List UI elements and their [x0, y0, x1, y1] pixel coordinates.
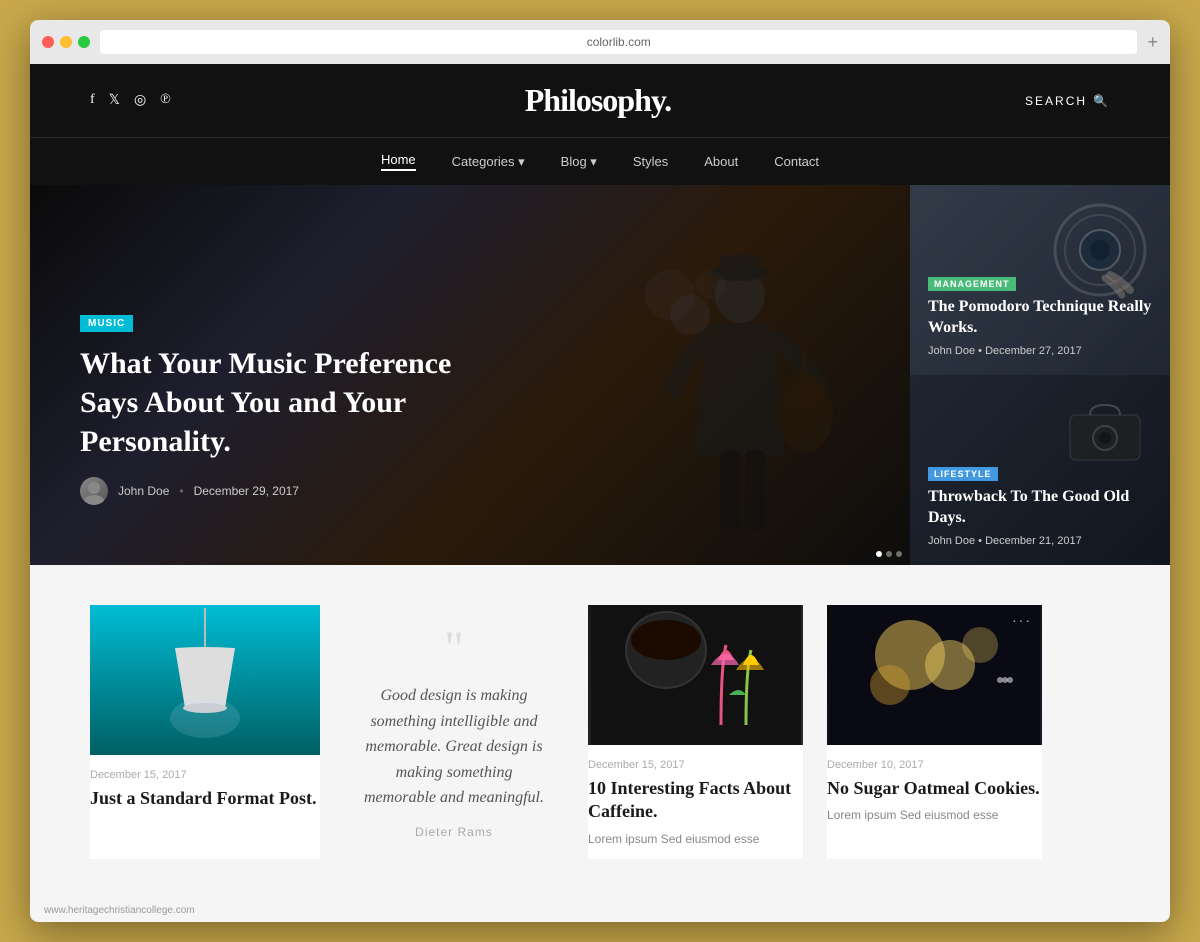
- hero-title: What Your Music Preference Says About Yo…: [80, 344, 460, 461]
- nav-styles[interactable]: Styles: [633, 152, 668, 171]
- light-section: December 15, 2017 Just a Standard Format…: [30, 565, 1170, 899]
- post-body-lamp: December 15, 2017 Just a Standard Format…: [90, 755, 320, 810]
- coffee-image: [588, 605, 803, 745]
- hero-main[interactable]: MUSIC What Your Music Preference Says Ab…: [30, 185, 910, 565]
- hero-section: MUSIC What Your Music Preference Says Ab…: [30, 185, 1170, 565]
- browser-chrome: colorlib.com +: [30, 20, 1170, 64]
- post-body-cookies: December 10, 2017 No Sugar Oatmeal Cooki…: [827, 745, 1042, 824]
- quote-author: Dieter Rams: [415, 825, 493, 839]
- card-content-2: LIFESTYLE Throwback To The Good Old Days…: [928, 464, 1152, 547]
- card-meta-1: John Doe • December 27, 2017: [928, 345, 1152, 357]
- three-dots: ···: [1012, 615, 1032, 631]
- search-icon[interactable]: 🔍: [1093, 94, 1110, 108]
- lamp-svg: [145, 608, 265, 753]
- author-name: John Doe: [118, 484, 169, 498]
- hero-card-management[interactable]: MANAGEMENT The Pomodoro Technique Really…: [910, 185, 1170, 375]
- author-avatar: [80, 477, 108, 505]
- quote-card: " Good design is making something intell…: [344, 605, 564, 859]
- cookies-svg: [830, 605, 1040, 745]
- coffee-svg: [591, 605, 801, 745]
- card-tag-management: MANAGEMENT: [928, 277, 1016, 291]
- twitter-icon[interactable]: 𝕏: [109, 92, 120, 109]
- slider-dots: [876, 551, 902, 557]
- post-date-coffee: December 15, 2017: [588, 759, 803, 771]
- post-card-coffee[interactable]: December 15, 2017 10 Interesting Facts A…: [588, 605, 803, 859]
- slider-dot-1[interactable]: [876, 551, 882, 557]
- url-text: colorlib.com: [587, 35, 651, 49]
- hero-tag: MUSIC: [80, 315, 133, 332]
- footer-url-text: www.heritagechristiancollege.com: [44, 905, 195, 916]
- nav-about[interactable]: About: [704, 152, 738, 171]
- site-header: f 𝕏 ◎ ℗ Philosophy. SEARCH 🔍: [30, 64, 1170, 137]
- post-date-lamp: December 15, 2017: [90, 769, 320, 781]
- close-button[interactable]: [42, 36, 54, 48]
- traffic-lights: [42, 36, 90, 48]
- slider-dot-3[interactable]: [896, 551, 902, 557]
- facebook-icon[interactable]: f: [90, 92, 95, 109]
- address-bar[interactable]: colorlib.com: [100, 30, 1137, 54]
- nav-blog[interactable]: Blog ▾: [561, 152, 597, 171]
- footer-url: www.heritagechristiancollege.com: [30, 899, 1170, 922]
- new-tab-button[interactable]: +: [1147, 32, 1158, 53]
- slider-dot-2[interactable]: [886, 551, 892, 557]
- post-body-coffee: December 15, 2017 10 Interesting Facts A…: [588, 745, 803, 848]
- quote-text: Good design is making something intellig…: [364, 683, 544, 811]
- nav-contact[interactable]: Contact: [774, 152, 819, 171]
- instagram-icon[interactable]: ◎: [134, 92, 146, 109]
- card-title-2: Throwback To The Good Old Days.: [928, 487, 1152, 529]
- quote-mark: ": [444, 625, 464, 673]
- post-excerpt-cookies: Lorem ipsum Sed eiusmod esse: [827, 806, 1042, 824]
- hero-date: December 29, 2017: [194, 484, 299, 498]
- hero-content: MUSIC What Your Music Preference Says Ab…: [80, 313, 910, 505]
- maximize-button[interactable]: [78, 36, 90, 48]
- site-nav: Home Categories ▾ Blog ▾ Styles About Co…: [30, 137, 1170, 185]
- card-content-1: MANAGEMENT The Pomodoro Technique Really…: [928, 274, 1152, 357]
- minimize-button[interactable]: [60, 36, 72, 48]
- hero-sidebar: MANAGEMENT The Pomodoro Technique Really…: [910, 185, 1170, 565]
- social-icons: f 𝕏 ◎ ℗: [90, 92, 171, 109]
- post-card-lamp[interactable]: December 15, 2017 Just a Standard Format…: [90, 605, 320, 859]
- site-logo: Philosophy.: [525, 82, 671, 119]
- post-title-lamp: Just a Standard Format Post.: [90, 787, 320, 810]
- site-wrapper: f 𝕏 ◎ ℗ Philosophy. SEARCH 🔍 Home Catego…: [30, 64, 1170, 922]
- search-label: SEARCH: [1025, 94, 1087, 108]
- nav-categories[interactable]: Categories ▾: [452, 152, 525, 171]
- card-title-1: The Pomodoro Technique Really Works.: [928, 297, 1152, 339]
- posts-grid: December 15, 2017 Just a Standard Format…: [90, 605, 1110, 859]
- nav-home[interactable]: Home: [381, 152, 416, 171]
- post-excerpt-coffee: Lorem ipsum Sed eiusmod esse: [588, 830, 803, 848]
- card-tag-lifestyle: LIFESTYLE: [928, 467, 998, 481]
- card-meta-2: John Doe • December 21, 2017: [928, 535, 1152, 547]
- header-search[interactable]: SEARCH 🔍: [1025, 94, 1110, 108]
- browser-window: colorlib.com + f 𝕏 ◎ ℗ Philosophy. SEARC…: [30, 20, 1170, 922]
- lamp-image: [90, 605, 320, 755]
- bag-icon: [1055, 395, 1155, 465]
- post-date-cookies: December 10, 2017: [827, 759, 1042, 771]
- post-title-cookies: No Sugar Oatmeal Cookies.: [827, 777, 1042, 800]
- post-title-coffee: 10 Interesting Facts About Caffeine.: [588, 777, 803, 824]
- hero-card-lifestyle[interactable]: LIFESTYLE Throwback To The Good Old Days…: [910, 375, 1170, 565]
- cookies-image: ···: [827, 605, 1042, 745]
- pinterest-icon[interactable]: ℗: [160, 92, 171, 109]
- post-card-cookies[interactable]: ··· December 10, 2017 No Sugar Oatmeal C…: [827, 605, 1042, 859]
- hero-meta: John Doe • December 29, 2017: [80, 477, 910, 505]
